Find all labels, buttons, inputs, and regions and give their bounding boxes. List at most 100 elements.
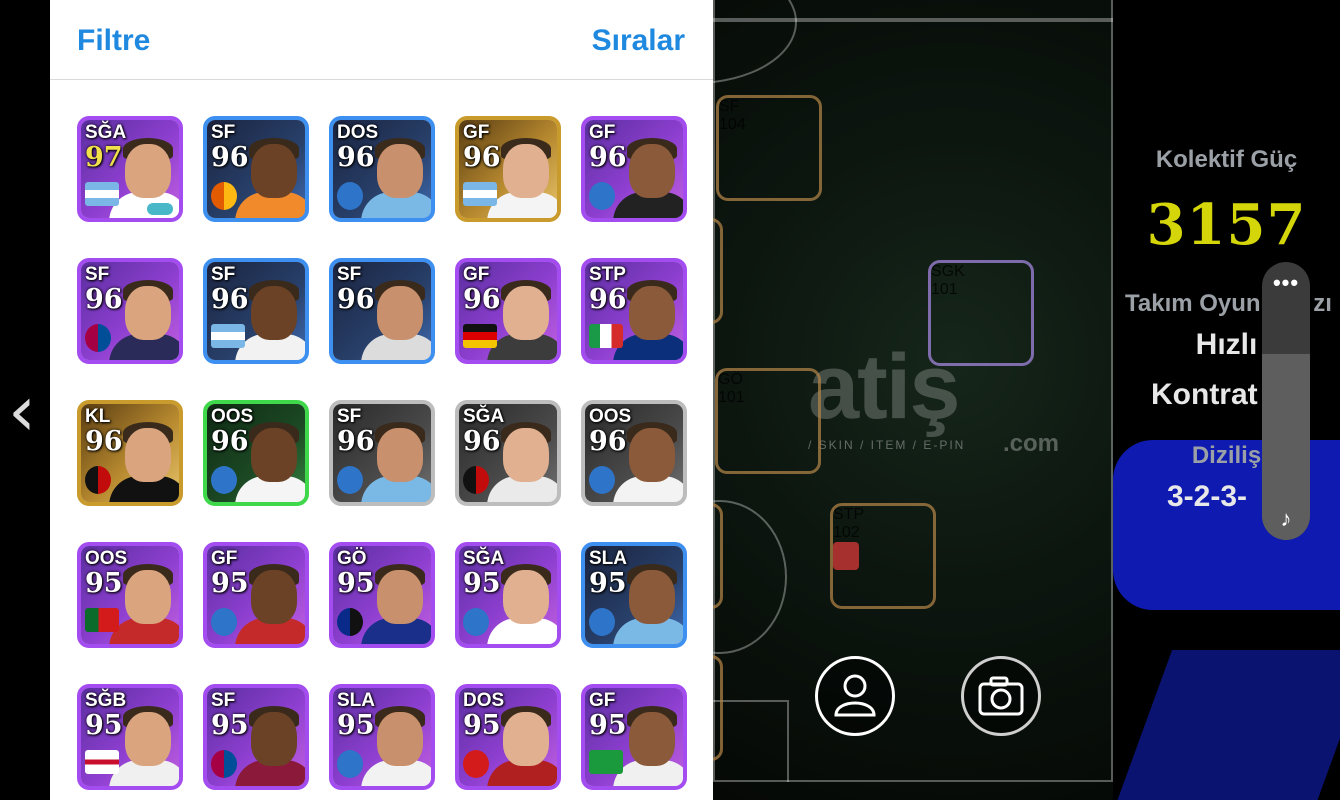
team-style-value-2: Kontrat (1151, 378, 1258, 411)
manutd-logo-icon (463, 750, 489, 778)
pitch-player-card[interactable]: GÖ 101 (715, 368, 821, 474)
player-card[interactable]: SĞA 96 (455, 400, 561, 506)
player-position: GÖ (337, 548, 367, 569)
player-card[interactable]: SLA 95 (581, 542, 687, 648)
player-face (125, 428, 171, 482)
germany-flag-icon (463, 324, 497, 348)
player-card[interactable]: OOS 96 (203, 400, 309, 506)
player-rating: 95 (337, 710, 375, 741)
italy-flag-icon (589, 324, 623, 348)
player-card[interactable]: SLA 95 (329, 684, 435, 790)
collective-power-label: Kolektif Güç (1155, 146, 1298, 173)
player-position: SF (337, 264, 362, 285)
player-rating: 95 (85, 710, 123, 741)
player-position: SĞA (85, 122, 127, 143)
pitch-player-card-partial[interactable] (713, 218, 723, 324)
pitch-player-card[interactable]: STP 102 (830, 503, 936, 609)
player-card[interactable]: GÖ 95 (329, 542, 435, 648)
player-position: GF (589, 690, 616, 711)
player-card[interactable]: GF 96 (455, 116, 561, 222)
player-rating: 95 (463, 710, 501, 741)
player-card[interactable]: GF 95 (203, 542, 309, 648)
player-card[interactable]: SĞA 95 (455, 542, 561, 648)
player-card[interactable]: SF 95 (203, 684, 309, 790)
player-card[interactable]: SĞB 95 (77, 684, 183, 790)
club-logo-icon (833, 542, 859, 570)
player-face (125, 286, 171, 340)
club-logo-icon (589, 608, 615, 636)
player-card[interactable]: GF 96 (581, 116, 687, 222)
camera-icon (978, 676, 1024, 716)
player-card[interactable]: SF 96 (203, 258, 309, 364)
player-rating: 96 (337, 142, 375, 173)
player-view-button[interactable] (815, 656, 895, 736)
player-position: SLA (589, 548, 627, 569)
filter-button[interactable]: Filtre (77, 24, 150, 58)
player-card[interactable]: STP 96 (581, 258, 687, 364)
portugal-flag-icon (85, 608, 119, 632)
player-face (377, 712, 423, 766)
milan-logo-icon (85, 466, 111, 494)
player-card[interactable]: DOS 95 (455, 684, 561, 790)
player-rating: 95 (337, 568, 375, 599)
sort-button[interactable]: Sıralar (592, 24, 685, 58)
player-position: STP (589, 264, 626, 285)
player-face (125, 712, 171, 766)
sound-icon[interactable]: ♪ (1262, 506, 1310, 532)
player-rating: 96 (463, 142, 501, 173)
screenshot-button[interactable] (961, 656, 1041, 736)
pitch-player-card-partial[interactable] (713, 655, 723, 761)
argentina-flag-icon (463, 182, 497, 206)
pitch-player-card[interactable]: SGK 101 (928, 260, 1034, 366)
galatasaray-logo-icon (211, 182, 237, 210)
player-face (629, 286, 675, 340)
player-card[interactable]: DOS 96 (329, 116, 435, 222)
player-position: SĞB (85, 690, 127, 711)
player-position: DOS (463, 690, 505, 711)
barcelona-logo-icon (85, 324, 111, 352)
pitch-player-card[interactable]: SF 104 (716, 95, 822, 201)
player-rating: 96 (337, 284, 375, 315)
player-face (503, 286, 549, 340)
player-face (629, 428, 675, 482)
club-logo-icon (337, 466, 363, 494)
player-card[interactable]: SF 96 (203, 116, 309, 222)
pitch-player-rating: 104 (719, 116, 746, 133)
club-logo-icon (589, 466, 615, 494)
player-card[interactable]: GF 96 (455, 258, 561, 364)
player-face (629, 144, 675, 198)
decorative-block (1113, 650, 1340, 800)
player-card[interactable]: SF 96 (77, 258, 183, 364)
player-card[interactable]: OOS 95 (77, 542, 183, 648)
pitch-player-card-partial[interactable] (713, 503, 723, 609)
player-rating: 96 (589, 142, 627, 173)
player-card[interactable]: SF 96 (329, 400, 435, 506)
club-logo-icon (211, 466, 237, 494)
watermark-tagline: / SKIN / ITEM / E-PIN (808, 438, 966, 452)
player-rating: 95 (85, 568, 123, 599)
player-position: SF (211, 690, 236, 711)
formation-value[interactable]: 3-2-3- (1167, 480, 1340, 514)
pitch-player-position: SGK (931, 263, 965, 280)
player-rating: 96 (589, 426, 627, 457)
watermark-domain: .com (1003, 430, 1060, 457)
milan-logo-icon (463, 466, 489, 494)
more-menu-icon[interactable]: ••• (1262, 270, 1310, 296)
player-card[interactable]: GF 95 (581, 684, 687, 790)
player-card[interactable]: SĞA 97 (77, 116, 183, 222)
volume-slider[interactable]: ••• ♪ (1262, 262, 1310, 540)
player-rating: 97 (85, 142, 123, 173)
player-card[interactable]: KL 96 (77, 400, 183, 506)
player-position: SĞA (463, 406, 505, 427)
collective-power-value: 3157 (1146, 192, 1307, 258)
player-position: KL (85, 406, 111, 427)
formation-pitch: atiş / SKIN / ITEM / E-PIN .com SF 104 S… (713, 0, 1113, 800)
player-card[interactable]: SF 96 (329, 258, 435, 364)
england-flag-icon (85, 750, 119, 774)
player-face (251, 144, 297, 198)
player-position: SF (337, 406, 362, 427)
back-chevron-icon[interactable]: ‹ (8, 370, 36, 452)
player-card[interactable]: OOS 96 (581, 400, 687, 506)
skill-mark-icon (147, 203, 173, 215)
player-position: SF (85, 264, 110, 285)
